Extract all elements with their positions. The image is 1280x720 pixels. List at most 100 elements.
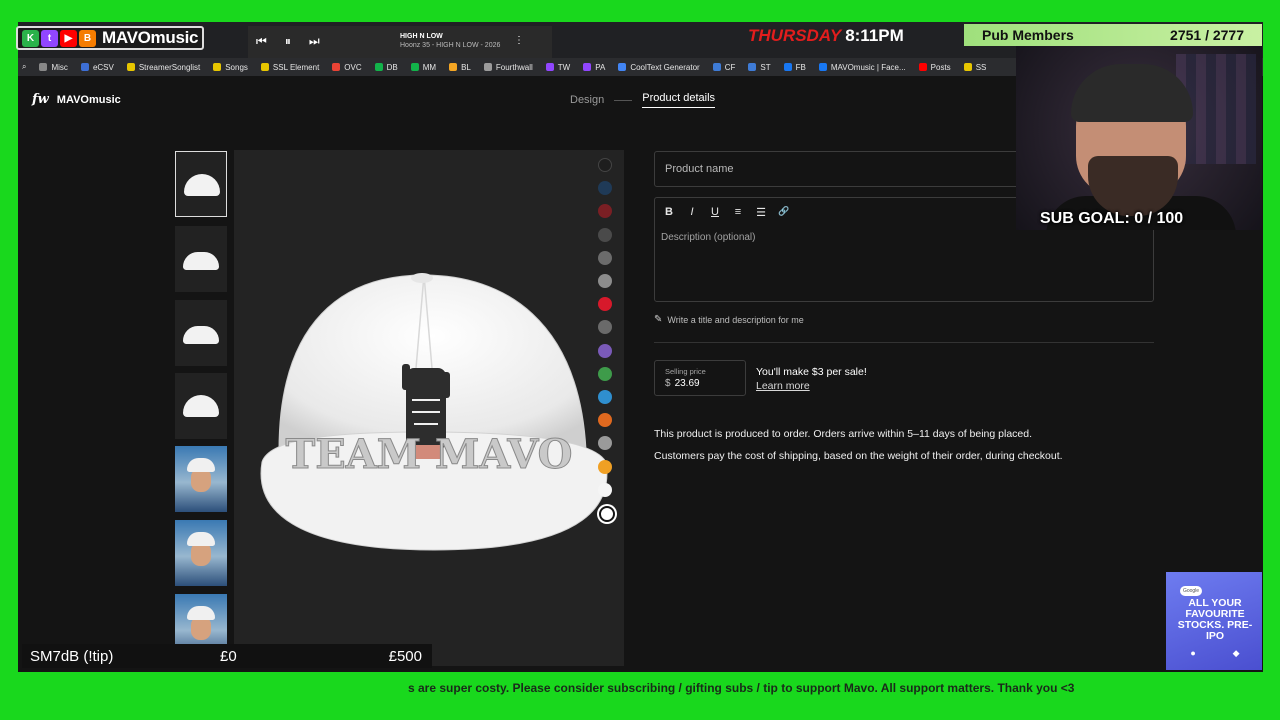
bookmark-item[interactable]: OVC bbox=[332, 62, 362, 72]
bookmark-item[interactable]: MM bbox=[410, 62, 437, 72]
bullet-list-icon[interactable]: ≡ bbox=[732, 206, 744, 219]
twitch-icon: t bbox=[41, 29, 58, 47]
bookmark-label: Fourthwall bbox=[495, 62, 533, 72]
bookmark-item[interactable]: CoolText Generator bbox=[618, 63, 700, 72]
bookmark-item[interactable]: ST bbox=[748, 62, 771, 72]
support-ticker: s are super costy. Please consider subsc… bbox=[18, 676, 1263, 700]
selling-price-label: Selling price bbox=[665, 367, 706, 376]
bookmark-label: Misc bbox=[51, 62, 68, 72]
bookmark-label: MM bbox=[422, 62, 437, 72]
step-design[interactable]: Design bbox=[570, 94, 604, 106]
pub-members-count: 2751 / 2777 bbox=[1170, 27, 1244, 43]
bookmark-item[interactable]: Songs bbox=[213, 63, 248, 72]
thumbnail-front[interactable] bbox=[175, 151, 227, 217]
bookmark-label: OVC bbox=[344, 62, 362, 72]
bookmark-label: SSL Element bbox=[272, 62, 320, 72]
bookmark-favicon-icon bbox=[39, 63, 48, 71]
bookmark-item[interactable]: DB bbox=[374, 62, 398, 72]
bookmark-favicon-icon bbox=[260, 63, 269, 71]
pause-icon[interactable]: ⏸ bbox=[285, 34, 291, 49]
selling-price-input[interactable]: Selling price $23.69 bbox=[654, 360, 746, 396]
brand-name: MAVOmusic bbox=[56, 93, 121, 106]
link-icon[interactable]: 🔗 bbox=[778, 206, 790, 219]
bookmark-item[interactable]: eCSV bbox=[80, 63, 114, 72]
sub-goal: SUB GOAL: 0 / 100 bbox=[1040, 210, 1184, 227]
tip-label: SM7dB (!tip) bbox=[30, 647, 114, 665]
thumbnail-side-right[interactable] bbox=[175, 300, 227, 366]
next-icon[interactable]: ⏭ bbox=[309, 34, 320, 49]
color-swatch[interactable] bbox=[599, 506, 615, 522]
thumbnail-back[interactable] bbox=[175, 373, 227, 439]
bookmark-favicon-icon bbox=[545, 63, 554, 71]
tip-goal-bar: SM7dB (!tip) £0 £500 bbox=[22, 644, 432, 668]
color-swatch[interactable] bbox=[598, 366, 612, 381]
tab-search-icon[interactable]: ⌕ bbox=[22, 62, 26, 72]
model-hat bbox=[187, 606, 215, 620]
music-player: ⏮ ⏸ ⏭ HIGH N LOW Hoonz 35 - HIGH N LOW -… bbox=[248, 26, 552, 58]
ai-write-link[interactable]: ✎ Write a title and description for me bbox=[654, 314, 804, 325]
step-product-details[interactable]: Product details bbox=[642, 92, 716, 108]
color-swatch[interactable] bbox=[598, 250, 612, 265]
color-swatch[interactable] bbox=[598, 343, 612, 358]
pub-members-bar: Pub Members 2751 / 2777 bbox=[964, 24, 1262, 46]
bookmark-item[interactable]: StreamerSonglist bbox=[126, 62, 201, 72]
track-artist: Hoonz 35 - HIGH N LOW - 2026 bbox=[400, 42, 501, 49]
color-swatch[interactable] bbox=[598, 459, 612, 474]
bookmark-label: FB bbox=[795, 62, 806, 72]
bookmark-label: PA bbox=[595, 62, 606, 72]
italic-icon[interactable]: I bbox=[686, 206, 698, 219]
color-swatch[interactable] bbox=[598, 482, 612, 497]
bookmark-item[interactable]: Misc bbox=[39, 62, 68, 72]
pub-members-label: Pub Members bbox=[982, 27, 1074, 43]
bookmark-favicon-icon bbox=[818, 63, 827, 71]
learn-more-link[interactable]: Learn more bbox=[756, 380, 867, 392]
bookmark-item[interactable]: CF bbox=[712, 63, 735, 72]
tip-max: £500 bbox=[388, 647, 422, 665]
bookmark-label: DB bbox=[386, 62, 398, 72]
bookmark-favicon-icon bbox=[80, 63, 89, 71]
previous-icon[interactable]: ⏮ bbox=[256, 34, 267, 49]
more-icon[interactable]: ⋮ bbox=[514, 35, 524, 46]
bookmark-label: ST bbox=[760, 62, 771, 72]
color-swatch[interactable] bbox=[598, 274, 612, 288]
underline-icon[interactable]: U bbox=[709, 206, 721, 219]
ticker-text: s are super costy. Please consider subsc… bbox=[408, 681, 1075, 695]
bookmark-item[interactable]: SSL Element bbox=[260, 62, 320, 72]
color-swatch[interactable] bbox=[598, 158, 612, 172]
track-title: HIGH N LOW bbox=[400, 33, 443, 40]
bold-icon[interactable]: B bbox=[663, 206, 675, 219]
bookmark-favicon-icon bbox=[483, 63, 492, 71]
bookmark-item[interactable]: SS bbox=[963, 63, 986, 72]
day-label: THURSDAY bbox=[748, 26, 842, 45]
bookmark-item[interactable]: PA bbox=[583, 63, 605, 72]
cap-thumb-icon bbox=[183, 252, 219, 270]
thumbnail-model-3[interactable] bbox=[175, 594, 227, 646]
bookmark-favicon-icon bbox=[583, 63, 592, 71]
thumbnail-model-1[interactable] bbox=[175, 446, 227, 512]
bookmark-item[interactable]: TW bbox=[545, 63, 570, 72]
numbered-list-icon[interactable]: ☰ bbox=[755, 206, 767, 219]
app-logo[interactable]: fw MAVOmusic bbox=[32, 92, 121, 107]
day-time: THURSDAY 8:11PM bbox=[748, 26, 904, 46]
thumbnail-model-2[interactable] bbox=[175, 520, 227, 586]
bookmark-item[interactable]: MAVOmusic | Face... bbox=[818, 63, 906, 72]
bookmark-item[interactable]: Posts bbox=[918, 63, 951, 72]
thumbnail-side-left[interactable] bbox=[175, 226, 227, 292]
cap-embroidery-text: TEAM MAVO bbox=[285, 431, 572, 478]
color-swatch[interactable] bbox=[598, 227, 612, 242]
bookmark-item[interactable]: Fourthwall bbox=[483, 62, 533, 72]
bookmark-label: StreamerSonglist bbox=[138, 62, 201, 72]
bookmark-favicon-icon bbox=[918, 63, 927, 71]
model-hat bbox=[187, 458, 215, 472]
bookmark-favicon-icon bbox=[712, 63, 721, 71]
cap-thumb-icon bbox=[184, 174, 220, 196]
production-info: This product is produced to order. Order… bbox=[654, 428, 1033, 440]
bookmark-favicon-icon bbox=[213, 63, 222, 71]
overlay-brand-name: MAVOmusic bbox=[102, 28, 199, 47]
color-swatch[interactable] bbox=[598, 390, 612, 404]
b-icon: B bbox=[79, 29, 96, 47]
bookmark-item[interactable]: BL bbox=[449, 63, 471, 72]
youtube-icon: ▶ bbox=[60, 29, 77, 47]
fw-logo-icon: fw bbox=[32, 92, 49, 107]
bookmark-item[interactable]: FB bbox=[783, 62, 806, 72]
